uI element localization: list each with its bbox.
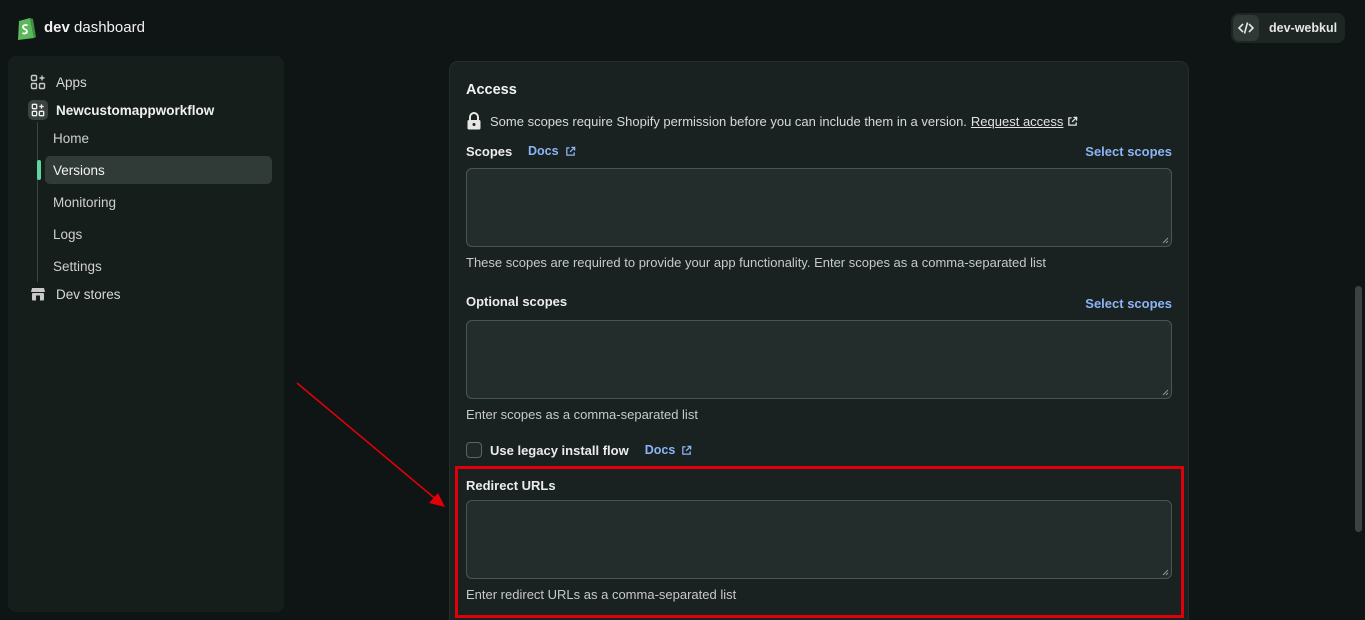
top-bar: dev dashboard dev-webkul <box>0 0 1365 56</box>
resize-grip-icon[interactable] <box>1161 388 1169 396</box>
sidebar-item-label: Home <box>53 130 90 146</box>
store-name: dev-webkul <box>1269 21 1338 35</box>
external-link-icon <box>1068 116 1078 126</box>
docs-label: Docs <box>644 443 676 457</box>
docs-label: Docs <box>528 144 559 158</box>
code-icon <box>1233 15 1259 41</box>
sidebar-item-label: Dev stores <box>56 286 121 302</box>
lock-icon <box>467 112 481 130</box>
optional-scopes-label: Optional scopes <box>466 294 568 309</box>
sidebar-item-monitoring[interactable]: Monitoring <box>45 188 272 216</box>
scopes-textarea[interactable] <box>466 168 1172 247</box>
notice-text: Some scopes require Shopify permission b… <box>490 113 967 129</box>
store-switcher-button[interactable]: dev-webkul <box>1231 13 1345 43</box>
sidebar-item-dev-stores[interactable]: Dev stores <box>28 282 121 306</box>
sidebar-item-label: Logs <box>53 226 83 242</box>
sidebar-item-label: Apps <box>56 74 87 90</box>
external-link-icon <box>682 445 692 455</box>
store-icon <box>28 284 48 304</box>
optional-scopes-textarea[interactable] <box>466 320 1172 399</box>
legacy-install-checkbox[interactable] <box>466 442 482 458</box>
annotation-arrow-icon <box>296 382 445 507</box>
select-optional-scopes-button[interactable]: Select scopes <box>1085 296 1172 311</box>
legacy-install-row: Use legacy install flow Docs <box>466 442 692 458</box>
sidebar-item-logs[interactable]: Logs <box>45 220 272 248</box>
app-name: Newcustomappworkflow <box>56 102 215 118</box>
app-icon <box>28 100 48 120</box>
app-brand[interactable]: dev dashboard <box>44 19 145 36</box>
annotation-highlight-box <box>455 466 1184 618</box>
tree-line <box>37 122 38 282</box>
sidebar-item-label: Versions <box>53 162 105 178</box>
external-link-icon <box>565 146 575 156</box>
scopes-label: Scopes <box>466 144 513 159</box>
sidebar: Apps Newcustomappworkflow Home Versions … <box>8 56 284 612</box>
sidebar-item-label: Settings <box>53 258 102 274</box>
brand-bold: dev <box>44 19 70 36</box>
sidebar-item-versions[interactable]: Versions <box>37 156 272 184</box>
sidebar-item-home[interactable]: Home <box>45 124 272 152</box>
sidebar-item-app[interactable]: Newcustomappworkflow <box>28 98 214 122</box>
sidebar-item-settings[interactable]: Settings <box>45 252 272 280</box>
resize-grip-icon[interactable] <box>1161 236 1169 244</box>
page-scrollbar[interactable] <box>1355 286 1362 532</box>
request-access-link[interactable]: Request access <box>971 114 1079 129</box>
permission-notice: Some scopes require Shopify permission b… <box>466 112 1078 130</box>
scopes-help-text: These scopes are required to provide you… <box>466 255 1047 270</box>
legacy-install-docs-link[interactable]: Docs <box>645 443 693 457</box>
brand-rest: dashboard <box>74 19 145 36</box>
sidebar-item-label: Monitoring <box>53 194 117 210</box>
legacy-install-label: Use legacy install flow <box>490 442 629 458</box>
shopify-logo-icon[interactable] <box>15 15 37 41</box>
section-title: Access <box>466 82 517 98</box>
optional-scopes-help-text: Enter scopes as a comma-separated list <box>466 407 698 422</box>
apps-icon <box>28 72 48 92</box>
sidebar-item-apps[interactable]: Apps <box>28 70 87 94</box>
scopes-docs-link[interactable]: Docs <box>528 144 576 158</box>
select-scopes-button[interactable]: Select scopes <box>1085 144 1172 159</box>
request-access-label: Request access <box>970 113 1064 129</box>
